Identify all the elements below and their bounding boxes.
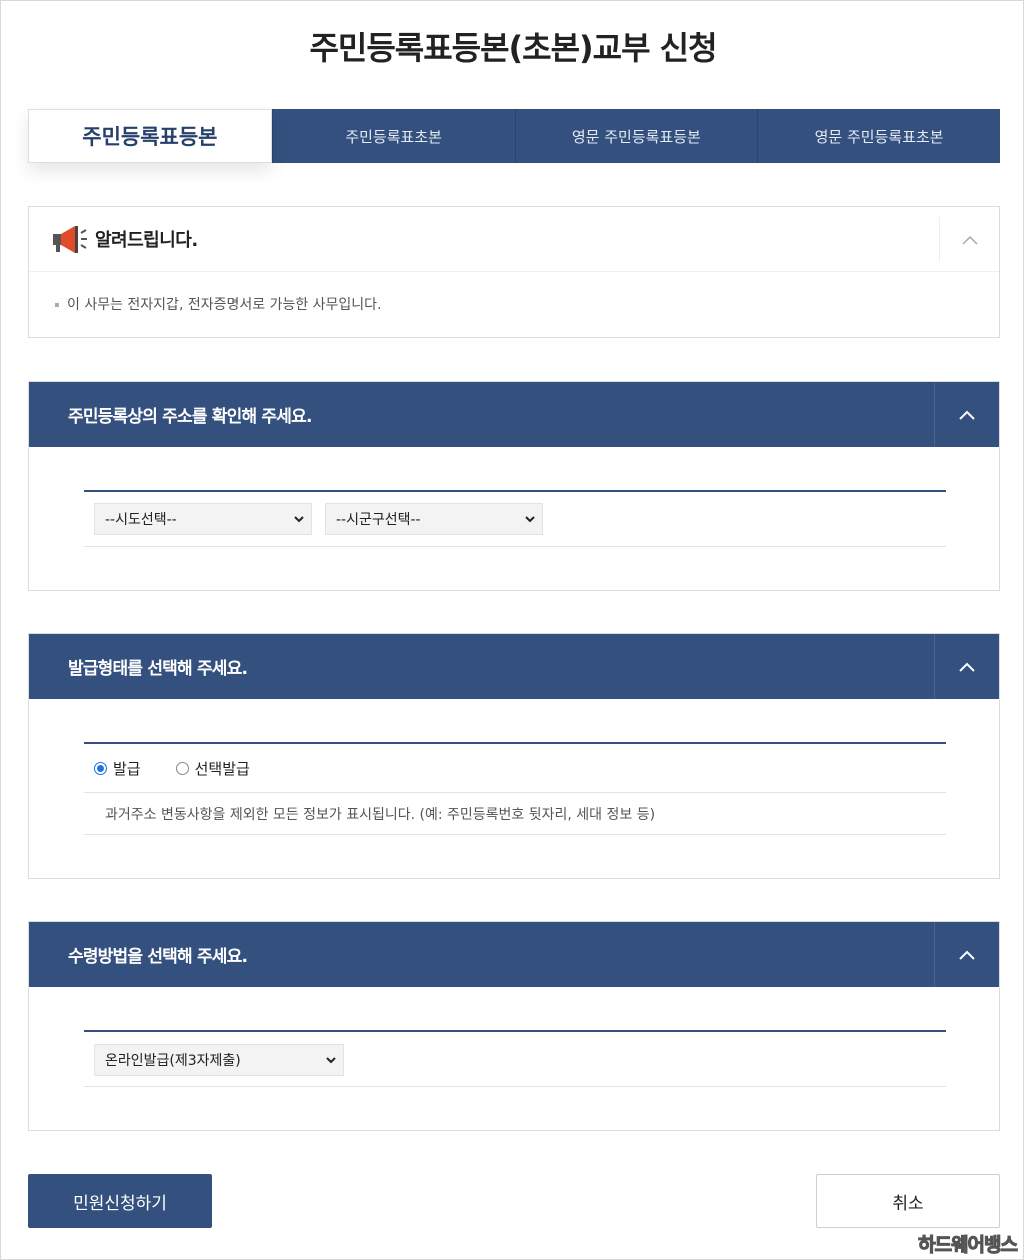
issue-type-section-header: 발급형태를 선택해 주세요. [29, 634, 999, 699]
notice-title: 알려드립니다. [95, 230, 198, 251]
receive-method-select[interactable]: 온라인발급(제3자제출) [94, 1044, 344, 1076]
address-section-header: 주민등록상의 주소를 확인해 주세요. [29, 382, 999, 447]
tab-resident-register-abstract[interactable]: 주민등록표초본 [271, 109, 515, 163]
notice-collapse-button[interactable] [939, 217, 999, 262]
chevron-down-icon [525, 516, 535, 523]
tab-english-register-abstract[interactable]: 영문 주민등록표초본 [757, 109, 1000, 163]
chevron-up-icon [959, 410, 975, 420]
chevron-down-icon [326, 1057, 336, 1064]
sigungu-select-value: --시군구선택-- [336, 512, 421, 528]
sigungu-select[interactable]: --시군구선택-- [325, 503, 543, 535]
notice-text: 이 사무는 전자지갑, 전자증명서로 가능한 사무입니다. [67, 297, 382, 313]
receive-method-select-value: 온라인발급(제3자제출) [105, 1053, 241, 1069]
cancel-button[interactable]: 취소 [816, 1174, 1000, 1228]
receive-select-row: 온라인발급(제3자제출) [84, 1030, 946, 1087]
radio-selective-issue[interactable] [175, 761, 189, 775]
address-section-title: 주민등록상의 주소를 확인해 주세요. [68, 407, 312, 427]
receive-section-title: 수령방법을 선택해 주세요. [68, 947, 248, 967]
megaphone-icon [53, 226, 87, 253]
tab-english-register-copy[interactable]: 영문 주민등록표등본 [514, 109, 758, 163]
notice-panel: 알려드립니다. 이 사무는 전자지갑, 전자증명서로 가능한 사무입니다. [28, 206, 1000, 338]
issue-type-content: 발급 선택발급 과거주소 변동사항을 제외한 모든 정보가 표시됩니다. (예:… [84, 742, 946, 835]
radio-issue[interactable] [94, 761, 107, 775]
chevron-up-icon [961, 235, 978, 245]
issue-type-section-collapse-button[interactable] [934, 634, 999, 699]
issue-type-radio-group: 발급 선택발급 [84, 744, 946, 793]
tab-resident-register-copy[interactable]: 주민등록표등본 [28, 109, 272, 163]
issue-type-description: 과거주소 변동사항을 제외한 모든 정보가 표시됩니다. (예: 주민등록번호 … [84, 793, 946, 835]
address-select-row: --시도선택-- --시군구선택-- [84, 490, 946, 547]
sido-select-value: --시도선택-- [105, 512, 177, 528]
page-title: 주민등록표등본(초본)교부 신청 [309, 29, 717, 67]
notice-header: 알려드립니다. [29, 207, 999, 272]
bullet-icon [55, 303, 59, 307]
receive-section: 수령방법을 선택해 주세요. 온라인발급(제3자제출) [28, 921, 1000, 1131]
watermark: 하드웨어뱅스 [918, 1234, 1019, 1257]
sido-select[interactable]: --시도선택-- [94, 503, 312, 535]
receive-section-header: 수령방법을 선택해 주세요. [29, 922, 999, 987]
tab-bar: 주민등록표등본 주민등록표초본 영문 주민등록표등본 영문 주민등록표초본 [28, 109, 1000, 163]
receive-section-collapse-button[interactable] [934, 922, 999, 987]
address-section-collapse-button[interactable] [934, 382, 999, 447]
radio-selective-issue-label[interactable]: 선택발급 [195, 758, 250, 779]
chevron-up-icon [959, 950, 975, 960]
issue-type-section-title: 발급형태를 선택해 주세요. [68, 659, 248, 679]
address-section: 주민등록상의 주소를 확인해 주세요. --시도선택-- --시군구선택-- [28, 381, 1000, 591]
notice-body: 이 사무는 전자지갑, 전자증명서로 가능한 사무입니다. [29, 272, 999, 314]
radio-issue-label[interactable]: 발급 [113, 758, 141, 779]
issue-type-section: 발급형태를 선택해 주세요. 발급 선택발급 과거주소 변동사항을 제외한 모든… [28, 633, 1000, 879]
chevron-up-icon [959, 662, 975, 672]
submit-application-button[interactable]: 민원신청하기 [28, 1174, 212, 1228]
chevron-down-icon [294, 516, 304, 523]
